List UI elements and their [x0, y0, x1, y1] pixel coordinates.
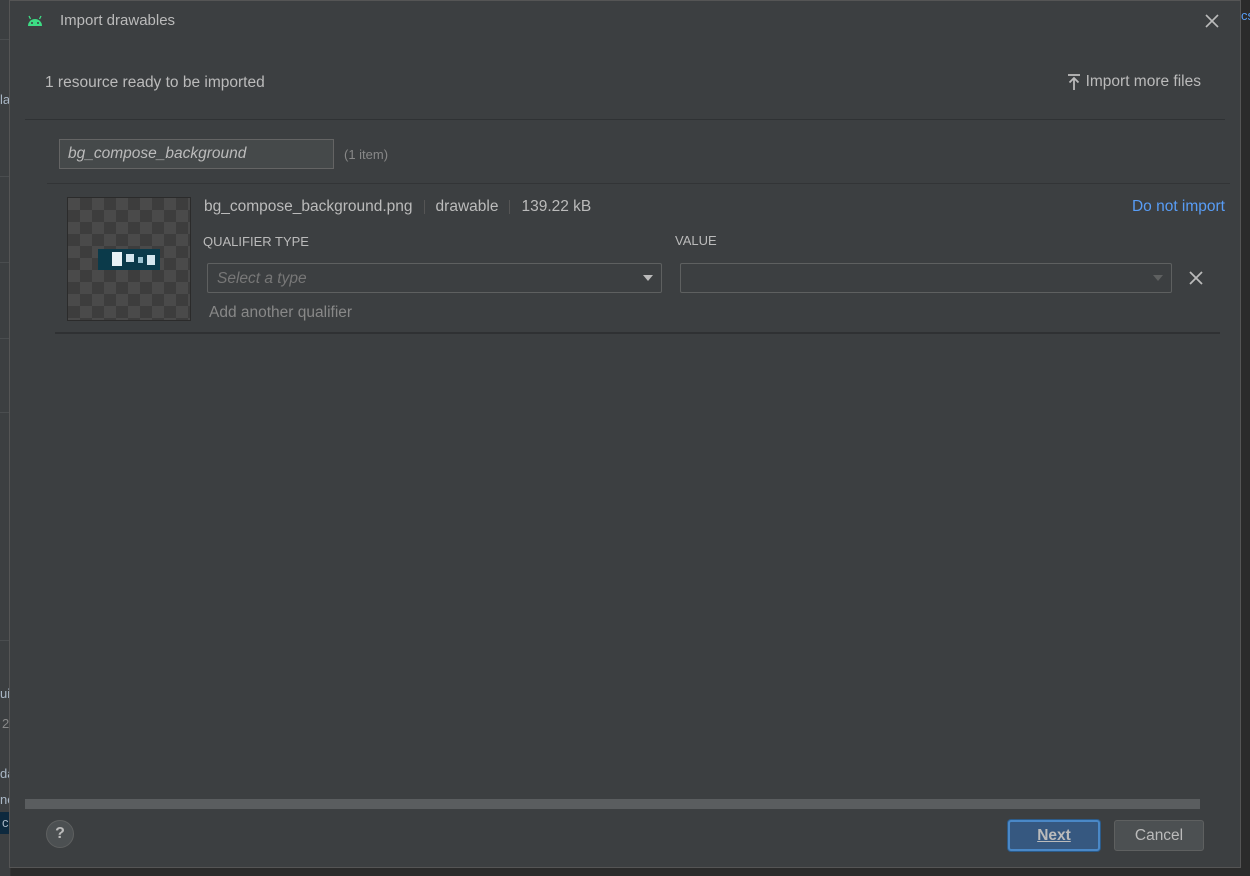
ide-text-fragment: c	[2, 815, 9, 830]
chevron-down-icon	[643, 275, 653, 281]
resource-row: bg_compose_background.png drawable 139.2…	[55, 184, 1225, 334]
separator	[509, 200, 511, 214]
resource-info: bg_compose_background.png drawable 139.2…	[204, 198, 591, 216]
android-icon	[28, 15, 42, 26]
do-not-import-link[interactable]: Do not import	[1132, 198, 1225, 216]
dialog-titlebar: Import drawables	[10, 1, 1240, 41]
upload-icon	[1067, 74, 1080, 90]
qualifier-type-select[interactable]: Select a type	[207, 263, 662, 293]
remove-qualifier-icon[interactable]	[1188, 270, 1204, 286]
close-icon[interactable]	[1202, 11, 1222, 31]
help-label: ?	[55, 825, 65, 842]
import-more-files-label: Import more files	[1085, 73, 1201, 90]
qualifier-type-header: QUALIFIER TYPE	[203, 234, 309, 249]
import-summary-row: 1 resource ready to be imported Import m…	[10, 61, 1240, 105]
resource-thumbnail	[67, 197, 191, 321]
value-header: VALUE	[675, 233, 717, 248]
cancel-button[interactable]: Cancel	[1114, 820, 1204, 851]
help-icon[interactable]: ?	[46, 820, 74, 848]
separator	[423, 200, 425, 214]
file-name: bg_compose_background.png	[204, 198, 413, 215]
filter-input[interactable]	[59, 139, 334, 169]
import-more-files-button[interactable]: Import more files	[1066, 73, 1201, 91]
add-qualifier-link[interactable]: Add another qualifier	[209, 304, 352, 322]
dialog-title: Import drawables	[60, 12, 176, 29]
qualifier-value-select[interactable]	[680, 263, 1172, 293]
qualifier-type-placeholder: Select a type	[217, 270, 307, 287]
chevron-down-icon	[1153, 275, 1163, 281]
next-button[interactable]: Next	[1008, 820, 1100, 851]
divider	[25, 119, 1225, 120]
import-drawables-dialog: Import drawables 1 resource ready to be …	[9, 0, 1241, 868]
file-size: 139.22 kB	[521, 198, 592, 215]
horizontal-scrollbar[interactable]	[25, 799, 1200, 809]
resource-type: drawable	[435, 198, 499, 215]
ready-count-text: 1 resource ready to be imported	[45, 74, 265, 91]
ide-text-fragment: cs	[1241, 8, 1250, 23]
item-count-label: (1 item)	[344, 147, 389, 162]
thumbnail-preview-image	[98, 249, 160, 270]
